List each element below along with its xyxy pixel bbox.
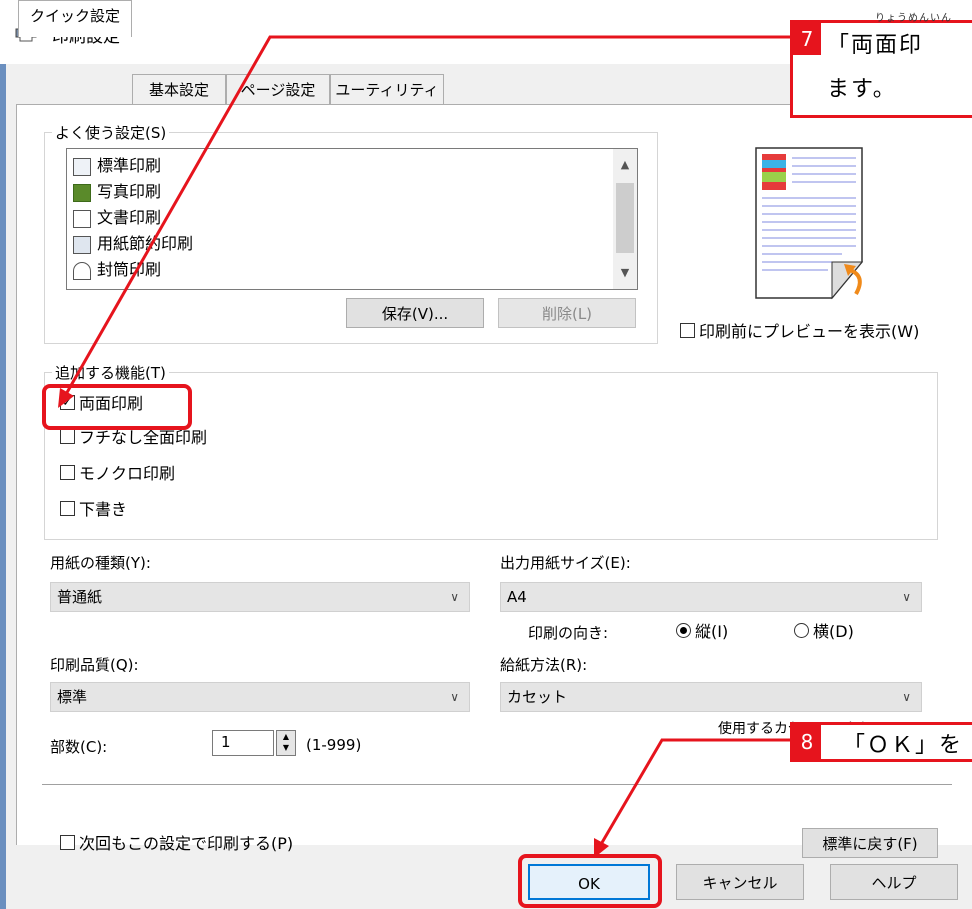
favorites-scrollbar[interactable]: ▲ ▼ [613,149,637,289]
chevron-down-icon: ∨ [902,590,911,604]
callout-8-number: 8 [793,725,821,759]
callout-7-line2: ます。 [827,77,897,102]
paper-source-select[interactable]: カセット ∨ [500,682,922,712]
envelope-print-icon [73,261,91,280]
list-item[interactable]: 標準印刷 [73,153,609,179]
quality-select[interactable]: 標準 ∨ [50,682,470,712]
ok-highlight [518,854,662,908]
preview-checkbox[interactable]: 印刷前にプレビューを表示(W) [680,320,919,344]
callout-7-number: 7 [793,23,821,55]
copies-range: (1-999) [306,736,362,754]
list-item[interactable]: 文書印刷 [73,205,161,231]
output-size-select[interactable]: A4 ∨ [500,582,922,612]
paper-type-select[interactable]: 普通紙 ∨ [50,582,470,612]
scroll-thumb[interactable] [616,183,634,253]
document-print-icon [73,209,91,228]
preview-checkbox-box[interactable] [680,323,695,338]
landscape-radio[interactable]: 横(D) [794,620,854,644]
scroll-up-icon[interactable]: ▲ [613,153,637,177]
portrait-radio[interactable]: 縦(I) [676,620,728,644]
list-item[interactable]: 封筒印刷 [73,257,161,283]
favorites-label: よく使う設定(S) [52,122,170,143]
tab-quick-settings[interactable]: クイック設定 [18,0,132,37]
favorites-listbox[interactable]: 標準印刷 写真印刷 文書印刷 用紙節約印刷 封筒印刷 ▲ ▼ [66,148,638,290]
photo-print-icon [73,183,91,202]
print-preview-icon [755,147,864,300]
features-label: 追加する機能(T) [52,362,169,383]
cancel-button[interactable]: キャンセル [676,864,804,900]
paper-saving-icon [73,235,91,254]
tab-page-settings[interactable]: ページ設定 [226,74,330,105]
copies-label: 部数(C): [50,738,108,756]
window-border [0,64,6,909]
reset-defaults-button[interactable]: 標準に戻す(F) [802,828,938,858]
paper-source-label: 給紙方法(R): [500,656,588,674]
copies-input[interactable]: 1 [212,730,274,756]
scroll-down-icon[interactable]: ▼ [613,261,637,285]
delete-button[interactable]: 削除(L) [498,298,636,328]
monochrome-checkbox[interactable]: モノクロ印刷 [60,462,175,486]
save-button[interactable]: 保存(V)... [346,298,484,328]
save-settings-checkbox[interactable]: 次回もこの設定で印刷する(P) [60,832,293,856]
footer-divider [42,784,952,785]
draft-checkbox[interactable]: 下書き [60,498,127,522]
orientation-label: 印刷の向き: [528,624,609,642]
print-settings-dialog: 印刷設定 クイック設定 基本設定 ページ設定 ユーティリティ よく使う設定(S)… [0,0,972,909]
tab-basic-settings[interactable]: 基本設定 [132,74,226,105]
callout-7-ruby: りょうめんいん [875,13,952,24]
list-item[interactable]: 写真印刷 [73,179,161,205]
callout-8-text: 「ＯＫ」を [843,733,964,758]
standard-print-icon [73,157,91,176]
callout-7: 7 りょうめんいん 「両面印 ます。 [790,13,972,118]
tab-utility[interactable]: ユーティリティ [330,74,444,105]
chevron-down-icon: ∨ [450,590,459,604]
help-button[interactable]: ヘルプ [830,864,958,900]
duplex-highlight [42,384,192,430]
quality-label: 印刷品質(Q): [50,656,139,674]
list-item[interactable]: 用紙節約印刷 [73,231,193,257]
paper-type-label: 用紙の種類(Y): [50,554,151,572]
chevron-down-icon: ∨ [902,690,911,704]
output-size-label: 出力用紙サイズ(E): [500,554,631,572]
chevron-down-icon: ∨ [450,690,459,704]
callout-8: 8 「ＯＫ」を [790,722,972,762]
callout-7-line1: 「両面印 [827,33,924,58]
copies-stepper[interactable]: ▲ ▼ [276,730,296,756]
